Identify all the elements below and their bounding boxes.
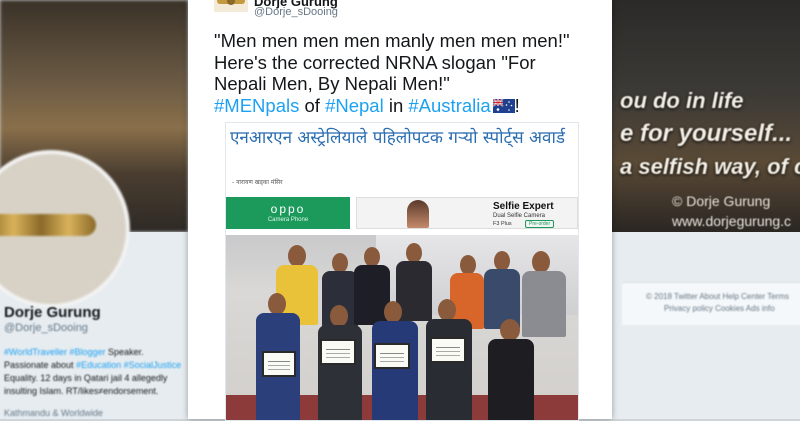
ad-subtitle: Dual Selfie Camera — [493, 213, 546, 219]
bio-hashtag[interactable]: #Education #SocialJustice — [76, 360, 181, 370]
header-quote-line: a selfish way, of co — [620, 154, 800, 179]
ad-model-name: F3 Plus — [493, 221, 512, 227]
tweet-text-line: #MENpals of #Nepal in #Australia ! — [214, 94, 520, 116]
hashtag-link[interactable]: #Australia — [408, 95, 490, 116]
certificate — [374, 343, 410, 369]
certificate — [262, 351, 296, 377]
tweet-text-line: Nepali Men, By Nepali Men!" — [214, 73, 450, 94]
profile-location: Kathmandu & Worldwide — [4, 408, 103, 418]
ad-banner: oppo Camera Phone Selfie Expert Dual Sel… — [226, 197, 578, 229]
tweet-text: "Men men men men manly men men men!" Her… — [214, 30, 594, 116]
certificate — [320, 339, 356, 365]
footer-links[interactable]: Privacy policy Cookies Ads info — [664, 304, 775, 313]
profile-handle[interactable]: @Dorje_sDooing — [4, 322, 88, 334]
profile-name[interactable]: Dorje Gurung — [4, 304, 101, 321]
article-headline: एनआरएन अस्ट्रेलियाले पहिलोपटक गर्‍यो स्प… — [230, 128, 565, 148]
footer-links[interactable]: © 2018 Twitter About Help Center Terms — [646, 292, 789, 301]
vajra-icon — [0, 214, 96, 236]
header-credit-line: © Dorje Gurung — [672, 193, 771, 209]
hashtag-link[interactable]: #Nepal — [325, 95, 384, 116]
bio-hashtag[interactable]: #WorldTraveller #Blogger — [4, 347, 106, 357]
ad-preorder-button: Pre-order — [525, 220, 555, 228]
tweet-text-line: Here's the corrected NRNA slogan "For — [214, 51, 536, 73]
tweet-card[interactable]: Dorje Gurung @Dorje_sDooing "Men men men… — [188, 0, 612, 421]
header-credit-line: www.dorjegurung.c — [672, 213, 792, 229]
ad-model-image — [407, 200, 429, 228]
group-photo — [226, 235, 578, 420]
hashtag-link[interactable]: #MENpals — [214, 95, 299, 116]
oppo-ad-subtitle: Camera Phone — [267, 217, 309, 223]
header-quote-line: ou do in life — [620, 88, 744, 113]
selfie-ad: Selfie Expert Dual Selfie Camera F3 Plus… — [356, 197, 578, 229]
author-avatar[interactable] — [214, 0, 248, 12]
tweet-text-line: "Men men men men manly men men men!" — [214, 30, 570, 51]
tweet-image[interactable]: एनआरएन अस्ट्रेलियाले पहिलोपटक गर्‍यो स्प… — [225, 122, 579, 421]
article-byline: - नारायण खड्का मंसिर — [232, 179, 283, 186]
oppo-ad: oppo Camera Phone — [226, 197, 350, 229]
australia-flag-icon — [492, 98, 515, 113]
author-handle[interactable]: @Dorje_sDooing — [254, 6, 338, 18]
certificate — [430, 337, 466, 363]
header-quote-line: e for yourself... — [620, 120, 793, 147]
ad-title: Selfie Expert — [493, 201, 554, 212]
oppo-logo: oppo — [270, 202, 306, 216]
profile-bio: #WorldTraveller #Blogger Speaker. Passio… — [4, 346, 184, 419]
